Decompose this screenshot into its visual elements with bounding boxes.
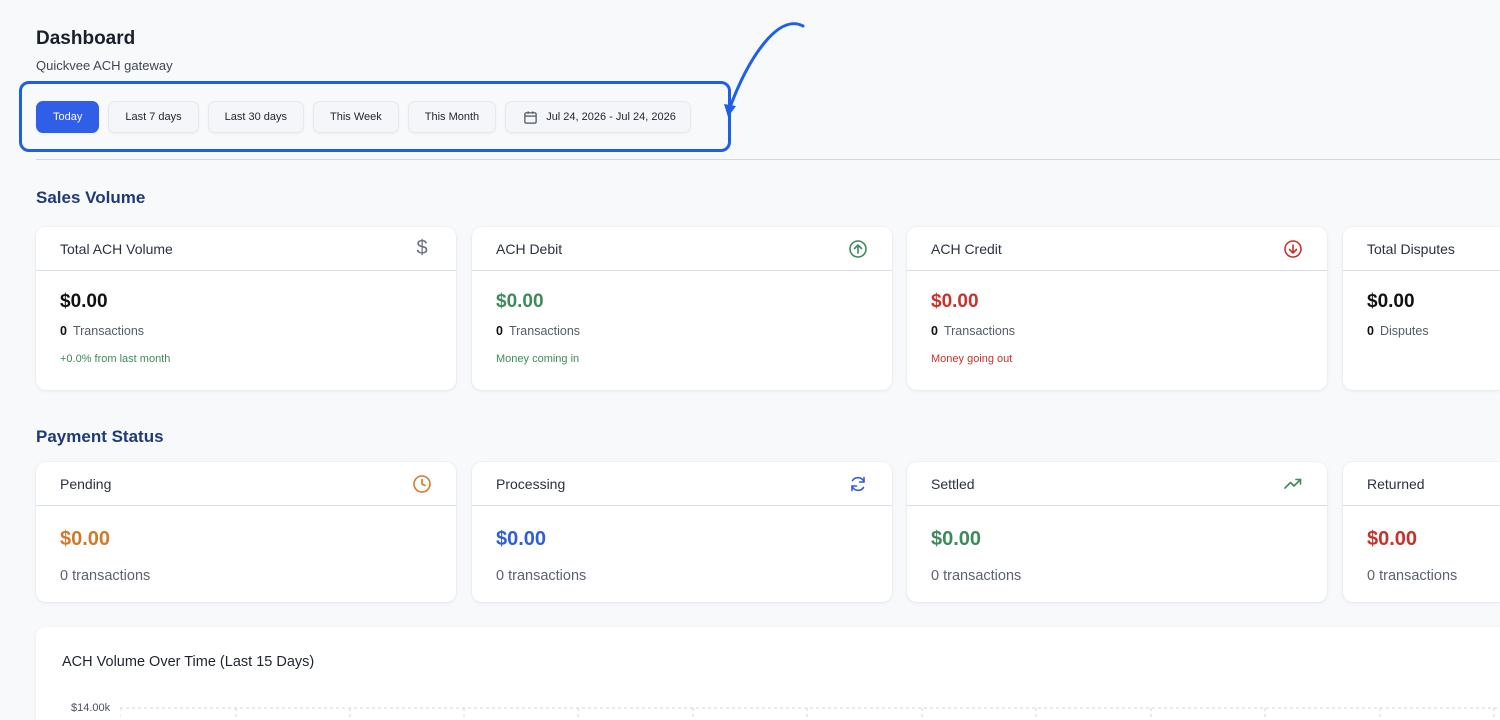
card-transactions: 0 transactions xyxy=(496,568,587,584)
card-header: ACH Debit xyxy=(472,227,892,271)
section-title-payment-status: Payment Status xyxy=(36,427,164,446)
ach-volume-chart-card: ACH Volume Over Time (Last 15 Days) $14.… xyxy=(36,627,1500,720)
filter-last-7-days-button[interactable]: Last 7 days xyxy=(108,101,199,133)
card-header: Settled xyxy=(907,462,1327,506)
card-total-disputes: Total Disputes $0.00 0 Disputes xyxy=(1343,227,1500,390)
annotation-arrow-icon xyxy=(724,22,805,117)
card-transactions: 0 Disputes xyxy=(1367,324,1429,338)
card-label: Total Disputes xyxy=(1367,240,1455,257)
card-label: Settled xyxy=(931,475,975,492)
card-amount: $0.00 xyxy=(931,291,979,312)
card-label: Total ACH Volume xyxy=(60,240,173,257)
card-returned: Returned $0.00 0 transactions xyxy=(1343,462,1500,602)
card-label: Processing xyxy=(496,475,566,492)
card-header: Total Disputes xyxy=(1343,227,1500,271)
card-header: Processing xyxy=(472,462,892,506)
card-transactions: 0 Transactions xyxy=(931,324,1016,338)
card-label: ACH Debit xyxy=(496,240,563,257)
card-transactions: 0 Transactions xyxy=(60,324,145,338)
card-header: Pending xyxy=(36,462,456,506)
chart-gridlines xyxy=(120,707,1500,720)
card-header: Returned xyxy=(1343,462,1500,506)
card-amount: $0.00 xyxy=(60,291,108,312)
y-axis-tick-label: $14.00k xyxy=(71,702,111,714)
card-note: Money coming in xyxy=(496,353,580,365)
chart-title: ACH Volume Over Time (Last 15 Days) xyxy=(62,654,315,670)
card-amount: $0.00 xyxy=(60,528,111,550)
clock-icon xyxy=(413,474,431,493)
card-settled: Settled $0.00 0 transactions xyxy=(907,462,1327,602)
page-subtitle: Quickvee ACH gateway xyxy=(36,58,173,73)
card-header: Total ACH Volume $ xyxy=(36,227,456,271)
card-note: Money going out xyxy=(931,353,1013,365)
card-label: Pending xyxy=(60,475,112,492)
filter-last-30-days-button[interactable]: Last 30 days xyxy=(207,101,304,133)
page-title: Dashboard xyxy=(36,28,136,49)
card-amount: $0.00 xyxy=(931,528,982,550)
card-amount: $0.00 xyxy=(1367,528,1418,550)
card-ach-debit: ACH Debit $0.00 0 Transactions Money comi… xyxy=(472,227,892,390)
dollar-icon: $ xyxy=(416,237,428,259)
section-title-sales-volume: Sales Volume xyxy=(36,188,146,207)
card-transactions: 0 transactions xyxy=(1367,568,1458,584)
header-divider xyxy=(36,159,1500,160)
card-total-ach-volume: Total ACH Volume $ $0.00 0 Transactions +… xyxy=(36,227,456,390)
card-transactions: 0 transactions xyxy=(60,568,151,584)
filter-this-month-button[interactable]: This Month xyxy=(407,101,497,133)
card-transactions: 0 transactions xyxy=(931,568,1022,584)
card-pending: Pending $0.00 0 transactions xyxy=(36,462,456,602)
card-label: Returned xyxy=(1367,475,1425,492)
arrow-up-circle-icon xyxy=(849,239,867,258)
card-label: ACH Credit xyxy=(931,240,1002,257)
date-filter-bar: Today Last 7 days Last 30 days This Week… xyxy=(36,101,691,133)
card-amount: $0.00 xyxy=(1367,291,1415,312)
card-note: +0.0% from last month xyxy=(60,353,171,365)
card-transactions: 0 Transactions xyxy=(496,324,581,338)
calendar-icon xyxy=(524,110,537,124)
card-amount: $0.00 xyxy=(496,528,547,550)
filter-today-button[interactable]: Today xyxy=(36,101,100,133)
card-header: ACH Credit xyxy=(907,227,1327,271)
refresh-icon xyxy=(851,476,865,491)
arrow-down-circle-icon xyxy=(1284,239,1302,258)
filter-this-week-button[interactable]: This Week xyxy=(313,101,399,133)
date-range-picker-button[interactable]: Jul 24, 2026 - Jul 24, 2026 xyxy=(505,101,691,133)
card-processing: Processing $0.00 0 transactions xyxy=(472,462,892,602)
card-ach-credit: ACH Credit $0.00 0 Transactions Money goi… xyxy=(907,227,1327,390)
card-amount: $0.00 xyxy=(496,291,544,312)
date-range-label: Jul 24, 2026 - Jul 24, 2026 xyxy=(546,111,676,123)
trending-up-icon xyxy=(1284,478,1302,489)
